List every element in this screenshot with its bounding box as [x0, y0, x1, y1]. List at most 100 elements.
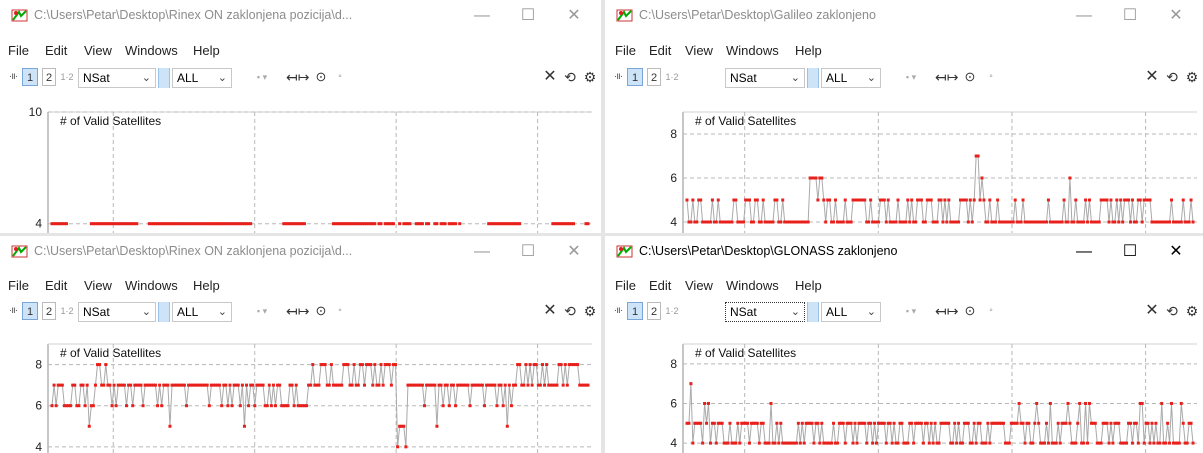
menu-view[interactable]: View [84, 41, 112, 61]
fit-width-icon[interactable]: ↤↦ [286, 302, 309, 320]
layout-1-button[interactable]: 1 [627, 68, 643, 86]
nsat-chart[interactable]: 4 10 # of Valid Satellites [0, 92, 601, 233]
menu-file[interactable]: File [8, 41, 29, 61]
clear-icon[interactable]: ✕ [1143, 68, 1161, 86]
menu-view[interactable]: View [685, 41, 713, 61]
menu-view[interactable]: View [685, 276, 713, 296]
system-select[interactable]: ALL ⌄ [821, 302, 881, 322]
minimize-button[interactable]: — [1061, 236, 1107, 267]
target-icon[interactable]: ⊙ [312, 68, 330, 86]
toolbar-grip-icon[interactable]: ·ıı· [8, 68, 18, 86]
gear-icon[interactable]: ⚙ [581, 302, 599, 320]
menu-file[interactable]: File [615, 276, 636, 296]
fit-width-icon[interactable]: ↤↦ [935, 68, 958, 86]
minimize-button[interactable]: — [459, 236, 505, 267]
title-bar[interactable]: C:\Users\Petar\Desktop\Rinex ON zaklonje… [0, 0, 601, 31]
metric-select[interactable]: NSat ⌄ [78, 68, 156, 88]
menu-edit[interactable]: Edit [45, 276, 67, 296]
gear-icon[interactable]: ⚙ [1183, 68, 1201, 86]
layout-2-button[interactable]: 2 [647, 302, 661, 320]
close-button[interactable]: ✕ [551, 236, 597, 267]
point-icon[interactable]: ◦ [983, 302, 999, 320]
layout-1-2-button[interactable]: 1·2 [60, 68, 74, 86]
point-icon[interactable]: ◦ [983, 68, 999, 86]
layout-1-2-button[interactable]: 1·2 [665, 68, 679, 86]
plot-area[interactable]: 8 6 4 # of Valid Satellites [605, 92, 1203, 233]
marker-style-icon[interactable]: ▪ ▾ [242, 68, 282, 86]
refresh-icon[interactable]: ⟲ [561, 68, 579, 86]
gear-icon[interactable]: ⚙ [581, 68, 599, 86]
title-bar[interactable]: C:\Users\Petar\Desktop\Galileo zaklonjen… [605, 0, 1203, 31]
marker-style-icon[interactable]: ▪ ▾ [242, 302, 282, 320]
metric-select[interactable]: NSat ⌄ [725, 68, 805, 88]
window-glonass[interactable]: C:\Users\Petar\Desktop\GLONASS zaklonjen… [605, 236, 1203, 453]
clear-icon[interactable]: ✕ [1143, 302, 1161, 320]
menu-edit[interactable]: Edit [45, 41, 67, 61]
marker-style-icon[interactable]: ▪ ▾ [891, 302, 931, 320]
maximize-button[interactable]: ☐ [505, 236, 551, 267]
clear-icon[interactable]: ✕ [541, 302, 559, 320]
refresh-icon[interactable]: ⟲ [1163, 302, 1181, 320]
layout-1-2-button[interactable]: 1·2 [665, 302, 679, 320]
plot-area[interactable]: 8 6 4 # of Valid Satellites [605, 326, 1203, 453]
splitter[interactable] [158, 68, 170, 88]
layout-2-button[interactable]: 2 [647, 68, 661, 86]
target-icon[interactable]: ⊙ [961, 302, 979, 320]
fit-width-icon[interactable]: ↤↦ [286, 68, 309, 86]
menu-windows[interactable]: Windows [726, 41, 779, 61]
system-select[interactable]: ALL ⌄ [172, 68, 232, 88]
splitter[interactable] [807, 68, 819, 88]
maximize-button[interactable]: ☐ [1107, 236, 1153, 267]
nsat-chart[interactable]: 8 6 4 # of Valid Satellites [605, 92, 1203, 233]
minimize-button[interactable]: — [459, 0, 505, 31]
menu-windows[interactable]: Windows [726, 276, 779, 296]
window-rinex-bottom[interactable]: C:\Users\Petar\Desktop\Rinex ON zaklonje… [0, 236, 601, 453]
layout-1-button[interactable]: 1 [22, 302, 38, 320]
menu-help[interactable]: Help [193, 41, 220, 61]
fit-width-icon[interactable]: ↤↦ [935, 302, 958, 320]
menu-edit[interactable]: Edit [649, 41, 671, 61]
menu-help[interactable]: Help [795, 41, 822, 61]
close-button[interactable]: ✕ [551, 0, 597, 31]
menu-view[interactable]: View [84, 276, 112, 296]
window-galileo[interactable]: C:\Users\Petar\Desktop\Galileo zaklonjen… [605, 0, 1203, 233]
point-icon[interactable]: ◦ [332, 68, 348, 86]
title-bar[interactable]: C:\Users\Petar\Desktop\GLONASS zaklonjen… [605, 236, 1203, 267]
plot-area[interactable]: 8 6 4 # of Valid Satellites [0, 326, 601, 453]
menu-help[interactable]: Help [795, 276, 822, 296]
toolbar-grip-icon[interactable]: ·ıı· [8, 302, 18, 320]
refresh-icon[interactable]: ⟲ [1163, 68, 1181, 86]
splitter[interactable] [807, 302, 819, 322]
clear-icon[interactable]: ✕ [541, 68, 559, 86]
point-icon[interactable]: ◦ [332, 302, 348, 320]
close-button[interactable]: ✕ [1153, 236, 1199, 267]
close-button[interactable]: ✕ [1153, 0, 1199, 31]
marker-style-icon[interactable]: ▪ ▾ [891, 68, 931, 86]
menu-edit[interactable]: Edit [649, 276, 671, 296]
layout-2-button[interactable]: 2 [42, 302, 56, 320]
refresh-icon[interactable]: ⟲ [561, 302, 579, 320]
splitter[interactable] [158, 302, 170, 322]
system-select[interactable]: ALL ⌄ [172, 302, 232, 322]
metric-select[interactable]: NSat ⌄ [725, 302, 805, 322]
menu-windows[interactable]: Windows [125, 276, 178, 296]
maximize-button[interactable]: ☐ [1107, 0, 1153, 31]
layout-2-button[interactable]: 2 [42, 68, 56, 86]
menu-help[interactable]: Help [193, 276, 220, 296]
menu-file[interactable]: File [615, 41, 636, 61]
toolbar-grip-icon[interactable]: ·ıı· [613, 302, 623, 320]
menu-file[interactable]: File [8, 276, 29, 296]
title-bar[interactable]: C:\Users\Petar\Desktop\Rinex ON zaklonje… [0, 236, 601, 267]
plot-area[interactable]: 4 10 # of Valid Satellites [0, 92, 601, 233]
target-icon[interactable]: ⊙ [961, 68, 979, 86]
target-icon[interactable]: ⊙ [312, 302, 330, 320]
toolbar-grip-icon[interactable]: ·ıı· [613, 68, 623, 86]
layout-1-button[interactable]: 1 [22, 68, 38, 86]
layout-1-2-button[interactable]: 1·2 [60, 302, 74, 320]
metric-select[interactable]: NSat ⌄ [78, 302, 156, 322]
layout-1-button[interactable]: 1 [627, 302, 643, 320]
gear-icon[interactable]: ⚙ [1183, 302, 1201, 320]
nsat-chart[interactable]: 8 6 4 # of Valid Satellites [605, 326, 1203, 453]
system-select[interactable]: ALL ⌄ [821, 68, 881, 88]
menu-windows[interactable]: Windows [125, 41, 178, 61]
